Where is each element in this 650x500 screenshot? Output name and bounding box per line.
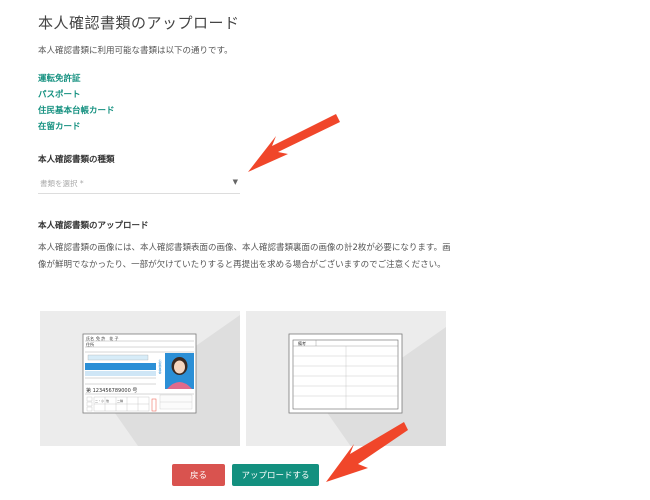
card-field-label: 他 (106, 398, 109, 403)
select-placeholder: 書類を選択 * (40, 179, 84, 188)
doc-link-passport[interactable]: パスポート (38, 87, 115, 103)
doc-link-drivers-license[interactable]: 運転免許証 (38, 71, 115, 87)
doc-link-residence-card[interactable]: 在留カード (38, 119, 115, 135)
document-type-select[interactable]: 書類を選択 * ▼ (38, 176, 240, 194)
upload-button[interactable]: アップロードする (232, 464, 319, 486)
card-back-header: 備考 (298, 340, 306, 346)
back-button[interactable]: 戻る (172, 464, 225, 486)
doc-link-resident-card[interactable]: 住民基本台帳カード (38, 103, 115, 119)
caret-down-icon: ▼ (232, 178, 238, 186)
card-number: 第 123456789000 号 (86, 387, 137, 394)
license-card-front-image: 氏名 免 許 花 子 住所 第 123456789000 号 二・小 他 二種 … (82, 333, 197, 414)
card-field-label: 二・小 (95, 398, 104, 403)
arrow-annotation-icon (248, 114, 340, 172)
page-title: 本人確認書類のアップロード (38, 14, 240, 32)
card-name-value: 免 許 花 子 (96, 335, 119, 341)
card-address-label: 住所 (86, 341, 94, 347)
arrow-annotation-icon (326, 422, 408, 482)
card-field-label: 二種 (117, 398, 123, 403)
document-type-list: 運転免許証 パスポート 住民基本台帳カード 在留カード (38, 71, 115, 135)
document-type-label: 本人確認書類の種類 (38, 155, 115, 165)
upload-section-label: 本人確認書類のアップロード (38, 221, 149, 231)
intro-text: 本人確認書類に利用可能な書類は以下の通りです。 (38, 46, 233, 56)
front-image-panel[interactable]: 氏名 免 許 花 子 住所 第 123456789000 号 二・小 他 二種 … (40, 311, 240, 446)
card-name-label: 氏名 (86, 335, 94, 341)
card-side-text: 公安委員会 (158, 359, 162, 375)
upload-description: 本人確認書類の画像には、本人確認書類表面の画像、本人確認書類裏面の画像の計2枚が… (38, 243, 451, 270)
